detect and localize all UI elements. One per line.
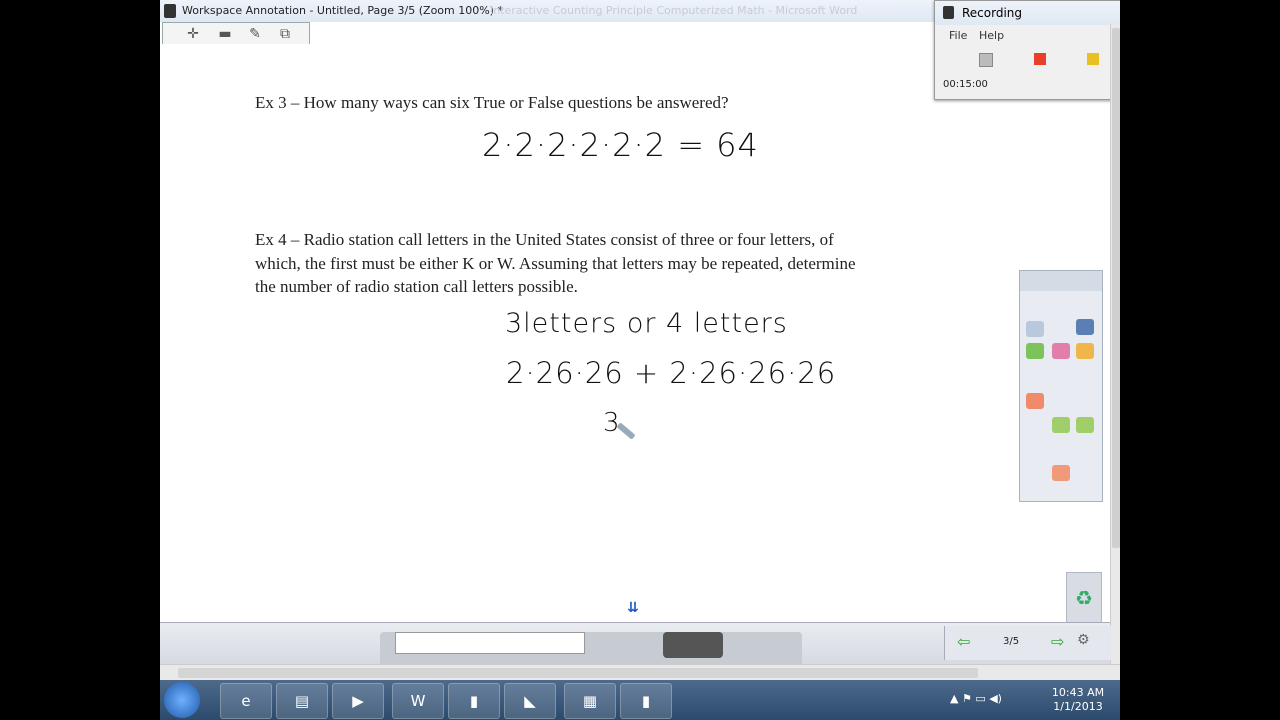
palette-header[interactable] [1020,271,1102,291]
pause-button[interactable] [1087,53,1099,65]
select-tool-icon[interactable] [1026,321,1044,337]
presentation-icon[interactable]: ◣ [504,683,556,719]
recording-time: 00:15:00 [943,79,988,90]
record-button[interactable] [979,53,993,67]
page-navigator: ⇦ 3/5 ⇨ ⚙ [944,626,1111,660]
menu-help[interactable]: Help [979,29,1004,42]
hand-line1: 3letters or 4 letters [505,308,788,339]
minus-icon[interactable]: ▬ [217,26,233,42]
network-app-icon[interactable]: ▦ [564,683,616,719]
ex3-text: Ex 3 – How many ways can six True or Fal… [255,93,729,112]
thumbnail-page[interactable] [395,632,585,654]
recycle-icon[interactable]: ♻ [1066,572,1102,624]
vertical-scroll-thumb[interactable] [1112,28,1120,548]
copy-icon[interactable]: ⧉ [277,26,293,42]
ex3-handwriting: 2·2·2·2·2·2 = 64 [482,126,759,164]
stop-button[interactable] [1034,53,1046,65]
shape-tool-icon[interactable] [1076,343,1094,359]
next-page-icon[interactable]: ⇨ [1051,632,1064,651]
plus-icon[interactable]: ✛ [185,26,201,42]
pen-tool-icon[interactable] [1026,343,1044,359]
vertical-scrollbar[interactable] [1110,24,1120,664]
screen: Workspace Annotation - Untitled, Page 3/… [160,0,1120,720]
tool-palette [1019,270,1103,502]
ex4-line3: the number of radio station call letters… [255,277,578,296]
ie-icon[interactable]: e [220,683,272,719]
recording-app-icon [943,6,954,19]
ghost-title: Interactive Counting Principle Computeri… [490,4,858,17]
word-icon[interactable]: W [392,683,444,719]
highlighter-tool-icon[interactable] [1052,343,1070,359]
recording-title-bar: Recording [935,1,1120,25]
taskbar: e ▤ ▶ W ▮ ◣ ▦ ▮ ▲ ⚑ ▭ ◀) 10:43 AM 1/1/20… [160,680,1120,720]
prev-page-icon[interactable]: ⇦ [957,632,970,651]
app-icon [164,4,176,18]
window-title: Workspace Annotation - Untitled, Page 3/… [182,4,503,17]
folder-icon[interactable]: ▤ [276,683,328,719]
media-icon[interactable]: ▶ [332,683,384,719]
close-tool-icon[interactable] [1052,465,1070,481]
hand-line2: 2·26·26 + 2·26·26·26 [506,356,837,390]
thumbnail-keyboard[interactable] [663,632,723,658]
document-page: Ex 3 – How many ways can six True or Fal… [160,44,1110,622]
page-down-icon[interactable]: ⇊ [622,600,644,620]
clock-date: 1/1/2013 [1053,700,1103,713]
recorder-icon[interactable]: ▮ [448,683,500,719]
annotation-toolbar: ✛ ▬ ✎ ⧉ [162,22,310,46]
recording-title: Recording [962,6,1023,20]
recording-panel: Recording File Help 00:15:00 [934,0,1120,100]
system-tray-icons[interactable]: ▲ ⚑ ▭ ◀) [950,692,1002,705]
back-arrow-icon[interactable] [1052,417,1070,433]
start-button[interactable] [164,682,200,718]
clock[interactable]: 10:43 AM 1/1/2013 [1038,686,1118,714]
page-indicator: 3/5 [1003,636,1020,647]
ex4-line2: which, the first must be either K or W. … [255,254,856,273]
edit-icon[interactable]: ✎ [247,26,263,42]
horizontal-scroll-thumb[interactable] [178,668,978,678]
forward-arrow-icon[interactable] [1076,417,1094,433]
screen-tool-icon[interactable] [1076,319,1094,335]
clock-time: 10:43 AM [1051,686,1105,699]
menu-file[interactable]: File [949,29,967,42]
horizontal-scrollbar[interactable] [160,664,1120,681]
delete-tool-icon[interactable] [1026,393,1044,409]
ex4-line1: Ex 4 – Radio station call letters in the… [255,230,834,249]
settings-icon[interactable]: ⚙ [1077,632,1090,648]
recorder-icon-2[interactable]: ▮ [620,683,672,719]
